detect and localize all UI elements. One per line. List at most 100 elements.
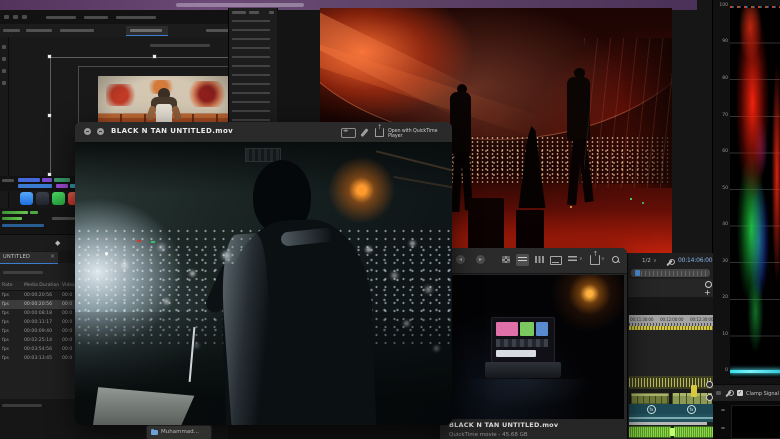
dock-icon-app[interactable] [36,192,49,205]
tent-wall [584,38,672,188]
monitor-edge-row: + [628,279,713,297]
waveform-trace [730,6,780,378]
chevron-down-icon[interactable]: ∨ [653,258,657,264]
sequence-tab[interactable] [126,26,168,36]
fx-badge[interactable]: fx [687,405,696,414]
program-timecode[interactable]: 00:14:06:00 [678,257,712,264]
playhead-marker[interactable] [635,270,640,276]
cell-video-in: 00:0 [62,311,72,316]
project-tab[interactable]: UNTITLED × [0,252,58,264]
audio-track-green[interactable] [629,426,713,438]
column-view-icon[interactable] [535,256,544,263]
cell-rate: fps [2,302,9,307]
tab-close-icon[interactable]: × [50,253,55,260]
folder-pill[interactable]: Muhammad... [146,425,212,439]
panel-divider [628,297,713,315]
zoom-level-select[interactable]: 1/2 [642,258,651,264]
yellow-clip-marker[interactable] [691,385,697,397]
wrench-icon[interactable] [725,391,731,397]
quicklook-video-frame[interactable] [75,142,452,425]
dock-icon-facetime[interactable] [52,192,65,205]
scope-scale-label: 90 [714,39,728,44]
clamp-signal-checkbox[interactable]: ✓ [737,390,743,396]
scroll-handle[interactable] [706,394,713,401]
cell-duration: 00:00:11:17 [24,320,52,325]
fullscreen-icon[interactable] [97,128,104,135]
cell-rate: fps [2,338,9,343]
back-icon[interactable]: ◂ [456,255,465,264]
folder-label: Muhammad... [161,429,199,435]
share-icon[interactable]: ↑ [590,255,600,265]
scope-scale-label: 40 [714,222,728,227]
add-track-button[interactable]: + [704,288,711,297]
audio-track-olive[interactable] [629,376,713,389]
tool-rail[interactable] [0,37,9,232]
fx-track-teal[interactable]: fx fx [629,404,713,414]
folder-icon [151,430,158,435]
scope-scale-label: 20 [714,295,728,300]
finder-preview-image[interactable] [443,275,624,419]
cell-video-in: 00:0 [62,347,72,352]
monitor-scrubber[interactable] [631,269,710,277]
laptop-keyboard [485,362,561,378]
scroll-handle[interactable] [706,381,713,388]
scope-scale-label: 30 [714,259,728,264]
track-empty-area [629,330,713,376]
wrench-icon[interactable] [666,260,672,266]
dock-icon-finder[interactable] [20,192,33,205]
waveform-top-specks [730,6,780,8]
waveform-graph[interactable] [730,6,780,378]
finder-window: ◂ ▸ ∨ ↑ ∨ [440,248,627,439]
h-scrollbar[interactable] [2,404,42,407]
scope-scale-label: 50 [714,186,728,191]
cell-duration: 00:00:08:18 [24,311,52,316]
scrubber-ticks [637,271,709,276]
sidebar-toggle-icon[interactable]: ◂▸ [341,128,356,138]
cell-video-in: 00:0 [62,356,72,361]
audio-track-teal[interactable] [629,414,713,422]
share-icon[interactable]: ↑ [375,128,384,137]
list-view-icon-active[interactable] [516,254,529,266]
desk-reflection [463,379,593,409]
ruler-tick-label: 00:11:30:00 [630,317,653,322]
cell-video-in: 00:0 [62,338,72,343]
waveform-black-line [730,370,780,373]
chevron-down-icon[interactable]: ∨ [579,256,583,262]
column-media-duration[interactable]: Media Duration [24,283,59,288]
stage-speaker [516,210,544,253]
clamp-signal-label[interactable]: Clamp Signal [746,391,779,397]
video-track[interactable] [629,393,713,404]
search-icon[interactable] [612,256,619,263]
group-by-icon[interactable] [568,256,577,263]
cell-rate: fps [2,356,9,361]
timeline-ruler[interactable]: 00:11:30:00 00:12:00:00 00:12:30:00 [629,315,713,330]
fx-badge[interactable]: fx [647,405,656,414]
chevron-down-icon[interactable]: ∨ [601,256,605,262]
cell-video-in: 00:0 [62,302,72,307]
finder-toolbar: ◂ ▸ ∨ ↑ ∨ [440,248,627,274]
performer-left-body [450,92,471,154]
marker-icon[interactable]: ◆ [55,238,60,248]
cell-video-in: 00:0 [62,329,72,334]
scope-scale-label: 10 [714,332,728,337]
close-icon[interactable] [84,128,91,135]
scope-settings-icon [716,391,721,395]
open-with-quicktime-button[interactable]: Open with QuickTime Player [388,129,452,139]
cell-duration: 00:00:20:56 [24,293,52,298]
cell-duration: 00:03:54:56 [24,347,52,352]
quicklook-window: BLACK N TAN UNTITLED.mov ◂▸ ↑ Open with … [75,122,452,425]
cell-duration: 00:00:09:40 [24,329,52,334]
cell-rate: fps [2,329,9,334]
cell-rate: fps [2,347,9,352]
exit-sign-lights [137,240,141,242]
gallery-view-icon[interactable] [550,256,562,265]
quicklook-titlebar: BLACK N TAN UNTITLED.mov ◂▸ ↑ Open with … [75,122,452,143]
scroll-handle[interactable] [705,281,712,288]
clip-thumb-slices [631,396,669,404]
column-rate[interactable]: Rate [2,283,13,288]
stage-light-dots [630,198,632,200]
icon-view-icon[interactable] [502,256,510,263]
finder-file-name[interactable]: BLACK N TAN UNTITLED.mov [449,421,558,429]
forward-icon[interactable]: ▸ [476,255,485,264]
markup-pen-icon[interactable] [360,128,368,137]
